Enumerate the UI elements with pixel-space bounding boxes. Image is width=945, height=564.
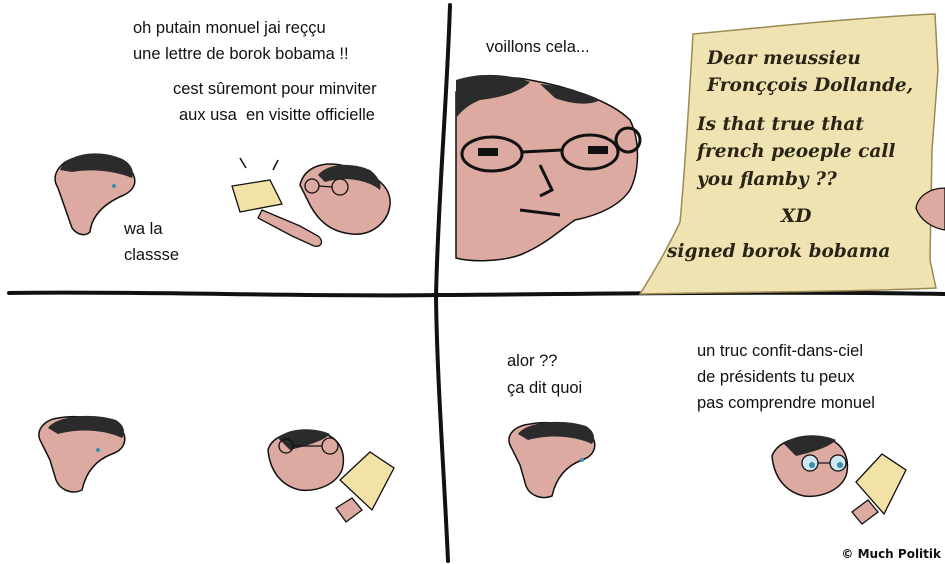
character-president-panel1 [231, 157, 391, 247]
letter-line-body3: you flamby ?? [697, 169, 837, 190]
character-president-panel3 [267, 429, 395, 523]
character-president-closeup [455, 74, 642, 262]
character-monuel-panel1 [54, 153, 136, 236]
letter-line-name: Fronççois Dollande, [707, 75, 914, 96]
panel4-speech-line5: pas comprendre monuel [697, 394, 875, 412]
credit-label: © Much Politik [841, 547, 941, 561]
character-monuel-panel4 [508, 421, 596, 499]
panel1-speech-line6: classse [124, 246, 180, 264]
letter-line-body1: Is that true that [697, 114, 864, 135]
panel4-speech-line3: un truc confit-dans-ciel [697, 342, 863, 360]
character-president-panel4 [771, 435, 907, 525]
panel1-speech-line1: oh putain monuel jai reççu [133, 19, 326, 37]
panel1-speech-line5: wa la [124, 220, 163, 238]
panel1-speech-line3: cest sûremont pour minviter [173, 80, 377, 98]
letter-line-greeting: Dear meussieu [707, 48, 861, 69]
letter-line-xd: XD [781, 206, 812, 227]
panel4-speech-line2: ça dit quoi [507, 379, 583, 397]
panel1-speech-line4: aux usa en visitte officielle [179, 106, 375, 124]
letter-line-signature: signed borok bobama [667, 241, 891, 262]
letter-line-body2: french peoeple call [697, 141, 896, 162]
character-monuel-panel3 [38, 415, 126, 493]
panel4-speech-line1: alor ?? [507, 352, 558, 370]
panel4-speech-line4: de présidents tu peux [697, 368, 855, 386]
panel2-speech-line1: voillons cela... [486, 38, 590, 56]
panel1-speech-line2: une lettre de borok bobama !! [133, 45, 349, 63]
